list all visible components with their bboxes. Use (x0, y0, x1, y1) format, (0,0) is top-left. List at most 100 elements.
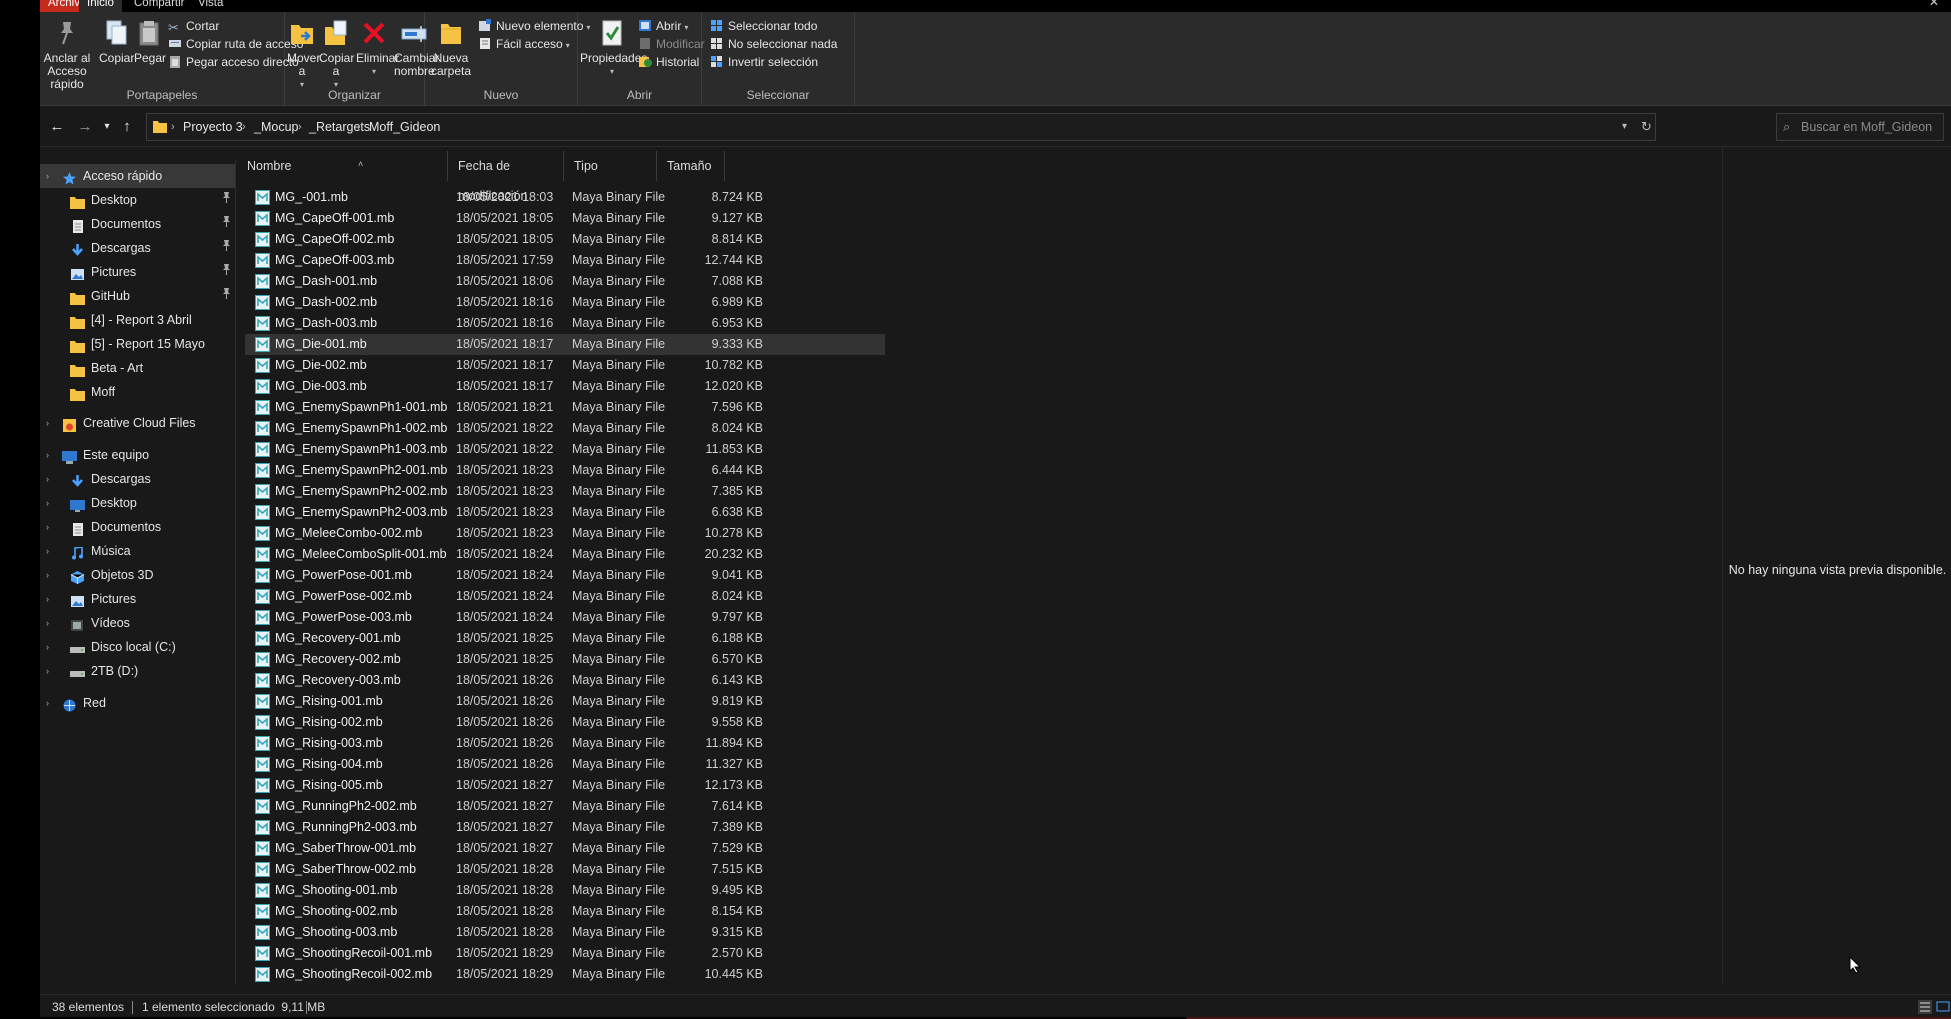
select-all-button[interactable]: Seleccionar todo (710, 17, 817, 35)
paste-shortcut-button[interactable]: Pegar acceso directo (168, 53, 299, 71)
window-close-icon[interactable]: ✕ (1929, 0, 1939, 9)
file-row[interactable]: MG_Shooting-001.mb 18/05/2021 18:28 Maya B… (245, 880, 885, 901)
sidebar-item-quick[interactable]: [5] - Report 15 Mayo (40, 332, 235, 356)
file-row[interactable]: MG_SaberThrow-002.mb 18/05/2021 18:28 Maya… (245, 859, 885, 880)
file-row[interactable]: MG_Dash-001.mb 18/05/2021 18:06 Maya Binar… (245, 271, 885, 292)
sidebar-item-pc[interactable]: › Documentos (40, 515, 235, 539)
sidebar-item-quick[interactable]: GitHub (40, 284, 235, 308)
file-row[interactable]: MG_SaberThrow-001.mb 18/05/2021 18:27 Maya… (245, 838, 885, 859)
sidebar-item-pc[interactable]: › Desktop (40, 491, 235, 515)
file-row[interactable]: MG_Die-002.mb 18/05/2021 18:17 Maya Binary… (245, 355, 885, 376)
breadcrumb-item[interactable]: Proyecto 3 (183, 114, 243, 140)
file-row[interactable]: MG_Rising-004.mb 18/05/2021 18:26 Maya Bin… (245, 754, 885, 775)
sidebar-item-pc[interactable]: › 2TB (D:) (40, 659, 235, 683)
sidebar-item-quick[interactable]: Desktop (40, 188, 235, 212)
sidebar-item-this-pc[interactable]: › Este equipo (40, 443, 235, 467)
cut-button[interactable]: ✂ Cortar (168, 17, 219, 35)
copy-to-button[interactable]: Copiar a ▾ (319, 16, 354, 91)
refresh-icon[interactable]: ↻ (1641, 114, 1652, 140)
file-row[interactable]: MG_Recovery-003.mb 18/05/2021 18:26 Maya B… (245, 670, 885, 691)
invert-selection-button[interactable]: Invertir selección (710, 53, 818, 71)
file-row[interactable]: MG_EnemySpawnPh2-002.mb 18/05/2021 18:23 M… (245, 481, 885, 502)
large-icons-view-icon[interactable] (1935, 999, 1951, 1015)
up-arrow-icon[interactable]: ↑ (116, 116, 138, 138)
file-row[interactable]: MG_MeleeComboSplit-001.mb 18/05/2021 18:2… (245, 544, 885, 565)
expand-chevron-icon[interactable]: › (46, 659, 49, 683)
properties-button[interactable]: Propiedades ▾ (580, 16, 647, 78)
file-row[interactable]: MG_MeleeCombo-002.mb 18/05/2021 18:23 Maya… (245, 523, 885, 544)
sidebar-item-quick[interactable]: Beta - Art (40, 356, 235, 380)
tab-vista[interactable]: Vista (190, 0, 231, 12)
sidebar-item-quick[interactable]: Descargas (40, 236, 235, 260)
breadcrumb-item[interactable]: _Mocup (254, 114, 298, 140)
history-button[interactable]: Historial (638, 53, 699, 71)
copy-path-button[interactable]: Copiar ruta de acceso (168, 35, 303, 53)
file-row[interactable]: MG_CapeOff-002.mb 18/05/2021 18:05 Maya Bi… (245, 229, 885, 250)
file-row[interactable]: MG_Shooting-002.mb 18/05/2021 18:28 Maya B… (245, 901, 885, 922)
expand-chevron-icon[interactable]: › (46, 515, 49, 539)
recent-locations-chevron-icon[interactable]: ▾ (96, 116, 118, 138)
pin-quick-access-button[interactable]: Anclar al Acceso rápido (36, 16, 98, 91)
file-row[interactable]: MG_ShootingRecoil-001.mb 18/05/2021 18:29… (245, 943, 885, 964)
expand-chevron-icon[interactable]: › (46, 539, 49, 563)
sidebar-item-pc[interactable]: › Disco local (C:) (40, 635, 235, 659)
sidebar-item-creative-cloud[interactable]: › Creative Cloud Files (40, 411, 235, 435)
tab-compartir[interactable]: Compartir (126, 0, 192, 12)
edit-button[interactable]: Modificar (638, 35, 705, 53)
sidebar-item-quick[interactable]: Moff (40, 380, 235, 404)
sidebar-item-pc[interactable]: › Música (40, 539, 235, 563)
file-row[interactable]: MG_EnemySpawnPh2-003.mb 18/05/2021 18:23 M… (245, 502, 885, 523)
address-history-chevron-icon[interactable]: ▾ (1622, 114, 1627, 140)
file-row[interactable]: MG_Recovery-001.mb 18/05/2021 18:25 Maya B… (245, 628, 885, 649)
sidebar-item-pc[interactable]: › Objetos 3D (40, 563, 235, 587)
file-row[interactable]: MG_PowerPose-001.mb 18/05/2021 18:24 Maya … (245, 565, 885, 586)
file-row[interactable]: MG_EnemySpawnPh1-001.mb 18/05/2021 18:21 M… (245, 397, 885, 418)
address-bar[interactable]: › Proyecto 3 › _Mocup › _Retargets › Mof… (146, 113, 1656, 141)
file-row[interactable]: MG_Rising-003.mb 18/05/2021 18:26 Maya Bin… (245, 733, 885, 754)
column-header-name[interactable]: Nombre ˄ (237, 151, 448, 181)
expand-chevron-icon[interactable]: › (46, 563, 49, 587)
breadcrumb-item-current[interactable]: Moff_Gideon (369, 114, 440, 140)
file-row[interactable]: MG_EnemySpawnPh1-002.mb 18/05/2021 18:22 M… (245, 418, 885, 439)
expand-chevron-icon[interactable]: › (46, 587, 49, 611)
file-row[interactable]: MG_Die-001.mb 18/05/2021 18:17 Maya Binary… (245, 334, 885, 355)
paste-button[interactable]: Pegar (134, 16, 166, 65)
sidebar-item-quick-access[interactable]: › Acceso rápido (40, 164, 235, 188)
expand-chevron-icon[interactable]: › (46, 691, 49, 715)
file-row[interactable]: MG_ShootingRecoil-002.mb 18/05/2021 18:29… (245, 964, 885, 985)
file-row[interactable]: MG_PowerPose-003.mb 18/05/2021 18:24 Maya … (245, 607, 885, 628)
expand-chevron-icon[interactable]: › (46, 443, 49, 467)
expand-chevron-icon[interactable]: › (46, 611, 49, 635)
sidebar-item-quick[interactable]: Pictures (40, 260, 235, 284)
sidebar-item-quick[interactable]: [4] - Report 3 Abril (40, 308, 235, 332)
details-view-icon[interactable] (1917, 999, 1933, 1015)
new-folder-button[interactable]: Nueva carpeta (431, 16, 471, 78)
search-input[interactable] (1801, 117, 1941, 137)
file-row[interactable]: MG_Dash-003.mb 18/05/2021 18:16 Maya Binar… (245, 313, 885, 334)
sidebar-item-quick[interactable]: Documentos (40, 212, 235, 236)
sidebar-item-pc[interactable]: › Vídeos (40, 611, 235, 635)
file-row[interactable]: MG_EnemySpawnPh2-001.mb 18/05/2021 18:23 M… (245, 460, 885, 481)
sidebar-item-network[interactable]: › Red (40, 691, 235, 715)
search-box[interactable]: ⌕ (1776, 113, 1944, 141)
file-row[interactable]: MG_Dash-002.mb 18/05/2021 18:16 Maya Binar… (245, 292, 885, 313)
file-row[interactable]: MG_Die-003.mb 18/05/2021 18:17 Maya Binary… (245, 376, 885, 397)
file-row[interactable]: MG_EnemySpawnPh1-003.mb 18/05/2021 18:22 M… (245, 439, 885, 460)
back-arrow-icon[interactable]: ← (46, 116, 68, 138)
copy-button[interactable]: Copiar (99, 16, 134, 65)
expand-chevron-icon[interactable]: › (46, 164, 49, 188)
expand-chevron-icon[interactable]: › (46, 411, 49, 435)
column-header-type[interactable]: Tipo (564, 151, 657, 181)
sidebar-item-pc[interactable]: › Pictures (40, 587, 235, 611)
file-row[interactable]: MG_-001.mb 18/05/2021 18:03 Maya Binary Fi… (245, 187, 885, 208)
file-row[interactable]: MG_RunningPh2-002.mb 18/05/2021 18:27 Maya… (245, 796, 885, 817)
file-row[interactable]: MG_CapeOff-001.mb 18/05/2021 18:05 Maya Bi… (245, 208, 885, 229)
file-row[interactable]: MG_Recovery-002.mb 18/05/2021 18:25 Maya B… (245, 649, 885, 670)
file-row[interactable]: MG_Rising-002.mb 18/05/2021 18:26 Maya Bin… (245, 712, 885, 733)
file-row[interactable]: MG_PowerPose-002.mb 18/05/2021 18:24 Maya … (245, 586, 885, 607)
sidebar-item-pc[interactable]: › Descargas (40, 467, 235, 491)
tab-inicio[interactable]: Inicio (79, 0, 122, 12)
new-item-button[interactable]: Nuevo elemento ▾ (478, 17, 590, 35)
delete-button[interactable]: Eliminar ▾ (356, 16, 399, 78)
file-row[interactable]: MG_CapeOff-003.mb 18/05/2021 17:59 Maya Bi… (245, 250, 885, 271)
